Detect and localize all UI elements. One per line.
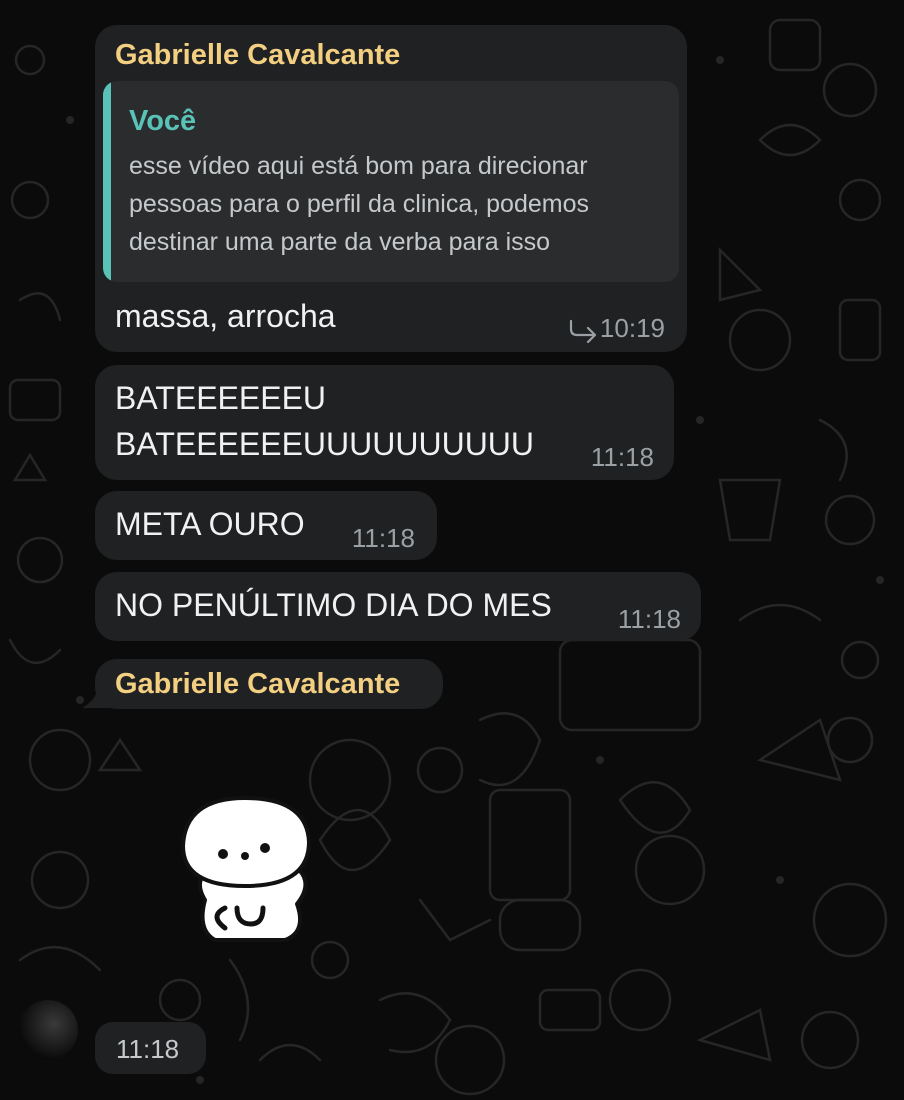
message-text-line2: BATEEEEEEUUUUUUUUUU [115,426,535,462]
message-time: 11:18 [590,442,654,472]
message-time: 11:18 [351,523,415,553]
message-bubble-reply[interactable]: Gabrielle Cavalcante Você esse vídeo aqu… [95,25,687,352]
sender-header-bubble[interactable]: Gabrielle Cavalcante [95,659,443,709]
message-bubble[interactable]: BATEEEEEEU BATEEEEEEUUUUUUUUUU 11:18 [95,365,674,480]
avatar[interactable] [18,1000,78,1060]
forwarded-icon [569,320,597,344]
message-text: META OURO [115,506,305,542]
sticker-time-pill: 11:18 [95,1022,206,1074]
quote-accent-bar [103,81,111,282]
quote-author: Você [129,105,197,137]
message-text: NO PENÚLTIMO DIA DO MES [115,587,552,623]
sender-name: Gabrielle Cavalcante [115,39,401,71]
message-time-text: 10:19 [599,313,665,343]
sender-name: Gabrielle Cavalcante [115,668,401,700]
sticker-image[interactable] [175,790,315,950]
message-time: 10:19 [568,313,665,344]
message-time: 11:18 [617,604,681,634]
quoted-message[interactable]: Você esse vídeo aqui está bom para direc… [103,81,679,282]
message-time: 11:18 [116,1034,180,1064]
message-bubble[interactable]: META OURO 11:18 [95,491,437,560]
quote-text: esse vídeo aqui está bom para direcionar… [129,152,589,256]
message-bubble[interactable]: NO PENÚLTIMO DIA DO MES 11:18 [95,572,701,641]
message-text-line1: BATEEEEEEU [115,380,327,416]
message-text: massa, arrocha [115,298,336,334]
